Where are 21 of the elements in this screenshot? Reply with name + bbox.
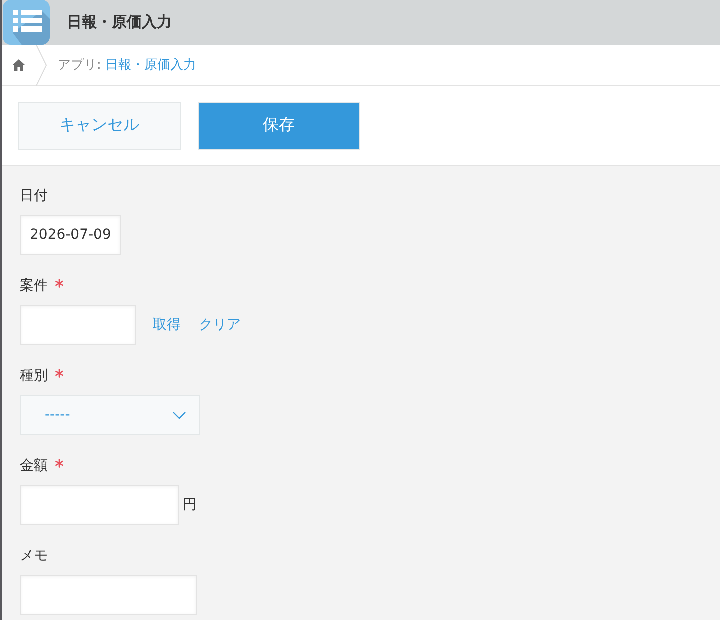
field-label: 日付 bbox=[20, 187, 48, 206]
dropdown[interactable]: ----- bbox=[20, 395, 200, 435]
chevron-down-icon bbox=[173, 412, 186, 418]
field-label: メモ bbox=[20, 547, 48, 566]
field-label: 案件 bbox=[20, 277, 48, 296]
breadcrumb-link[interactable]: 日報・原価入力 bbox=[105, 56, 196, 74]
save-button[interactable]: 保存 bbox=[198, 102, 360, 150]
field-label: 種別 bbox=[20, 367, 48, 386]
input-field[interactable] bbox=[20, 305, 136, 345]
app-list-icon[interactable] bbox=[3, 0, 50, 45]
action-link[interactable]: クリア bbox=[199, 316, 241, 334]
unit-label: 円 bbox=[183, 496, 197, 514]
action-link[interactable]: 取得 bbox=[153, 316, 181, 334]
cancel-button[interactable]: キャンセル bbox=[18, 102, 181, 150]
home-icon[interactable] bbox=[13, 59, 25, 71]
input-field[interactable] bbox=[20, 575, 197, 615]
field-label: 金額 bbox=[20, 457, 48, 476]
breadcrumb-label: アプリ: bbox=[58, 57, 102, 74]
input-field[interactable]: 2026-07-09 bbox=[20, 215, 121, 255]
app-title: 日報・原価入力 bbox=[67, 13, 172, 32]
input-field[interactable] bbox=[20, 485, 179, 525]
